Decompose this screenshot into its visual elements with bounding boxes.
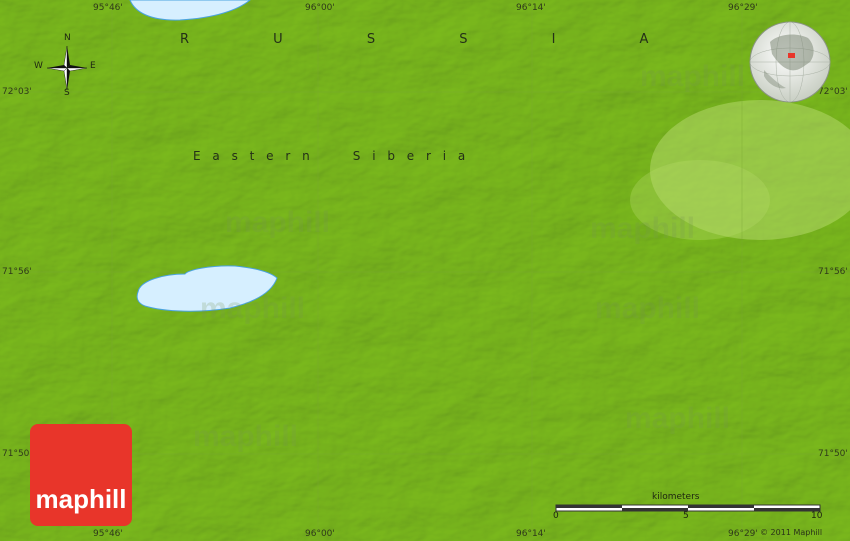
compass-rose: N S W E	[30, 33, 106, 98]
scale-tick-label: 5	[683, 511, 689, 521]
watermark: maphill	[640, 60, 746, 93]
compass-west-label: W	[34, 61, 43, 71]
longitude-label-top: 95°46'	[93, 3, 123, 13]
longitude-label-top: 96°29'	[728, 3, 758, 13]
watermark: maphill	[625, 402, 731, 435]
scale-tick-label: 0	[553, 511, 559, 521]
longitude-label-bottom: 96°29'	[728, 529, 758, 539]
locator-globe-icon	[749, 21, 831, 103]
longitude-label-top: 96°00'	[305, 3, 335, 13]
map-canvas[interactable]: maphill maphill maphill maphill maphill …	[0, 0, 850, 541]
latitude-label-left: 72°03'	[2, 87, 32, 97]
maphill-logo-text: maphill	[35, 484, 127, 514]
longitude-label-bottom: 96°00'	[305, 529, 335, 539]
compass-south-label: S	[64, 88, 70, 98]
watermark: maphill	[193, 420, 299, 453]
maphill-logo[interactable]: maphill	[30, 424, 132, 526]
longitude-label-bottom: 95°46'	[93, 529, 123, 539]
watermark: maphill	[200, 292, 306, 325]
copyright-notice: © 2011 Maphill	[760, 528, 823, 537]
latitude-label-right: 71°50'	[818, 449, 848, 459]
watermark: maphill	[225, 206, 331, 239]
watermark: maphill	[590, 212, 696, 245]
latitude-label-right: 71°56'	[818, 267, 848, 277]
scale-title: kilometers	[652, 492, 700, 502]
latitude-label-left: 71°50'	[2, 449, 32, 459]
scale-tick-label: 10	[811, 511, 823, 521]
longitude-label-bottom: 96°14'	[516, 529, 546, 539]
region-label: E a s t e r n S i b e r i a	[193, 149, 470, 163]
country-label: R U S S I A	[180, 32, 649, 47]
watermark: maphill	[595, 292, 701, 325]
scale-bar: kilometers 0 5 10	[552, 492, 822, 522]
compass-east-label: E	[90, 61, 96, 71]
longitude-label-top: 96°14'	[516, 3, 546, 13]
compass-north-label: N	[64, 33, 71, 43]
latitude-label-left: 71°56'	[2, 267, 32, 277]
